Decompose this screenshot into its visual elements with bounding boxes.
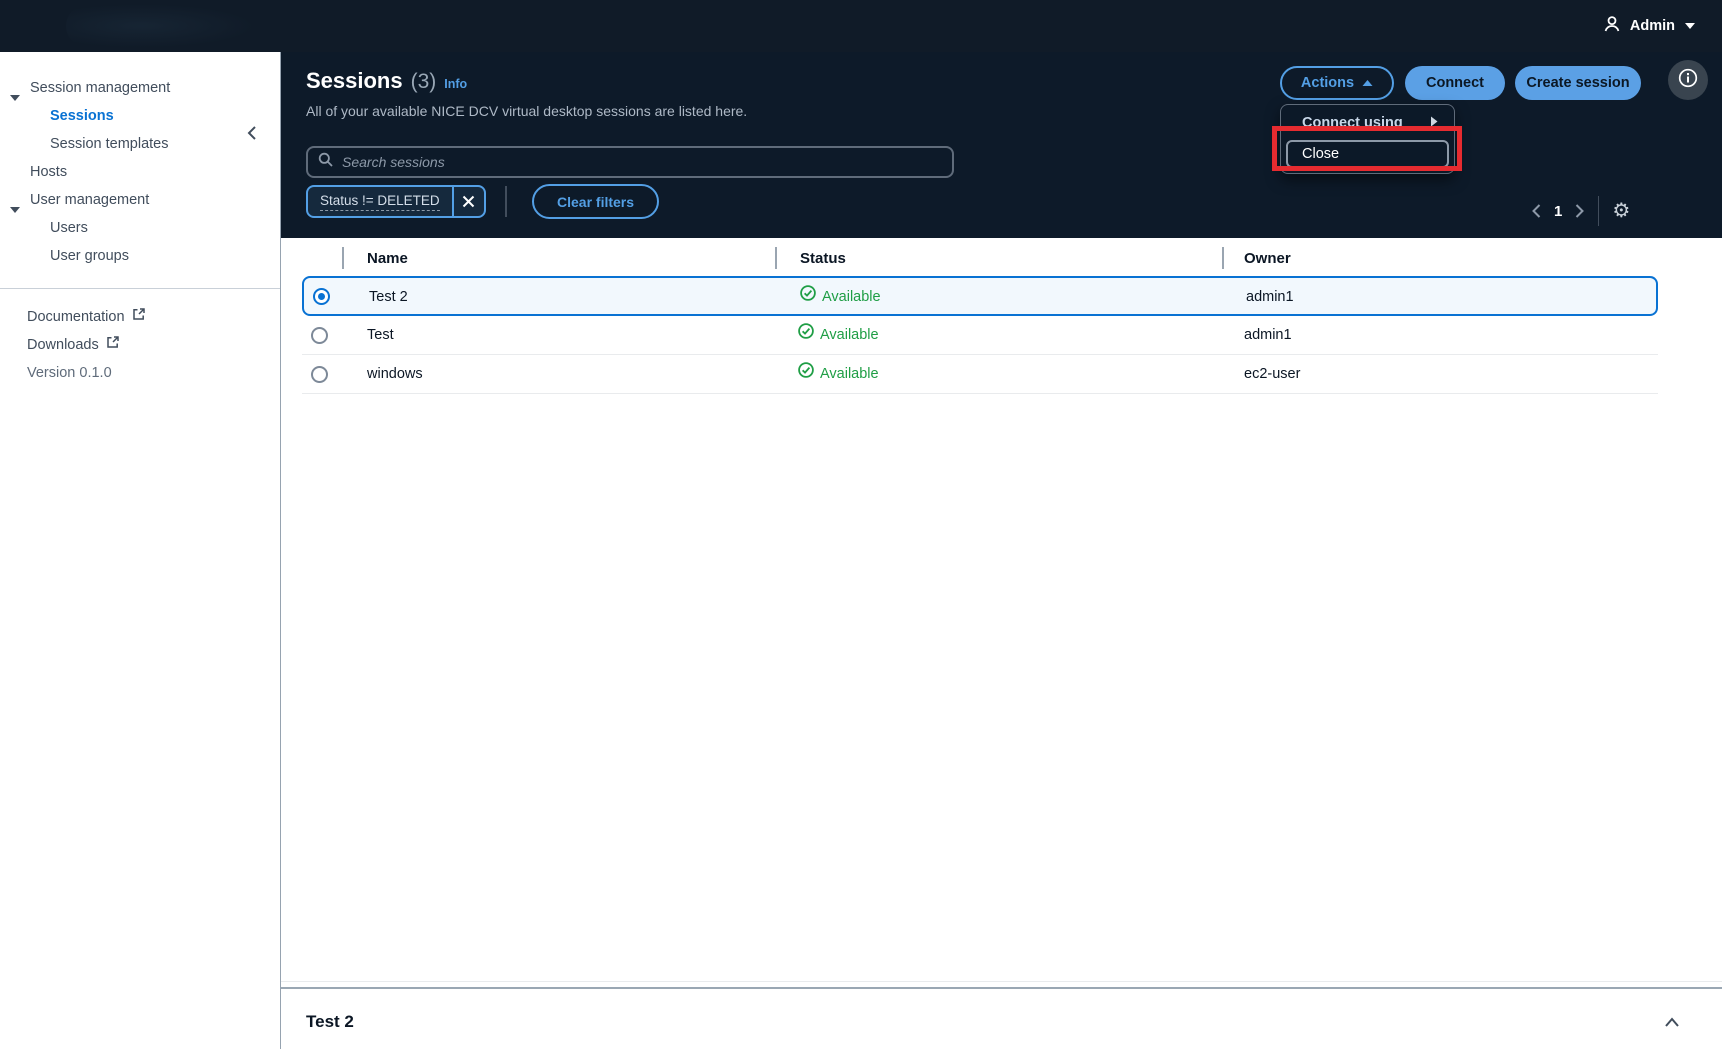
column-separator [775,247,777,269]
downloads-link-label: Downloads [27,337,99,353]
status-available-icon [800,278,816,317]
status-label: Available [822,289,881,305]
chevron-left-icon [246,125,257,145]
info-link[interactable]: Info [444,77,467,91]
status-label: Available [820,366,879,382]
sidebar-item-user-groups[interactable]: User groups [0,242,280,270]
column-header-owner[interactable]: Owner [1244,248,1291,270]
sidebar-item-label: Users [50,220,88,236]
documentation-link[interactable]: Documentation [0,303,280,331]
actions-button-label: Actions [1300,75,1355,91]
row-radio[interactable] [311,327,328,344]
sidebar-item-label: Session management [30,80,171,96]
menu-item-close[interactable]: Close [1286,140,1449,168]
table-bottom-border [281,981,1722,982]
page-title: Sessions [306,68,403,93]
content-header: Sessions (3) Info All of your available … [281,52,1722,238]
user-menu[interactable]: Admin [1603,0,1696,52]
sidebar-item-session-management[interactable]: Session management [0,74,280,102]
column-header-status[interactable]: Status [800,248,846,270]
sidebar-collapse-button[interactable] [238,122,264,148]
table-row[interactable]: windows Available ec2-user [302,355,1658,394]
filter-token-dismiss-button[interactable] [451,187,484,216]
create-session-button[interactable]: Create session [1515,66,1641,100]
cell-owner: admin1 [1246,289,1294,305]
search-placeholder: Search sessions [342,154,445,170]
actions-dropdown-menu: Connect using Close [1280,104,1455,174]
cell-status: Available [798,355,879,394]
filter-separator [505,186,507,217]
page-description: All of your available NICE DCV virtual d… [306,103,748,119]
menu-item-label: Connect using [1302,115,1403,131]
filter-token-label: Status != DELETED [308,187,452,216]
status-available-icon [798,355,814,394]
side-navigation: Session management Sessions Session temp… [0,52,281,1049]
cell-status: Available [800,278,881,317]
search-icon [318,152,334,173]
split-panel-collapse-button[interactable] [1664,1015,1680,1033]
downloads-link[interactable]: Downloads [0,331,280,359]
pagination-separator [1598,196,1600,226]
sidebar-item-user-management[interactable]: User management [0,186,280,214]
sidebar-item-label: User management [30,192,150,208]
status-available-icon [798,316,814,355]
table-row[interactable]: Test 2 Available admin1 [302,276,1658,316]
cell-name: Test 2 [369,289,408,305]
sidebar-item-hosts[interactable]: Hosts [0,158,280,186]
info-circle-icon [1677,67,1699,94]
previous-page-button[interactable] [1531,203,1541,219]
cell-status: Available [798,316,879,355]
cell-name: windows [367,366,423,382]
version-label: Version 0.1.0 [27,365,112,381]
cell-name: Test [367,327,394,343]
external-link-icon [132,303,146,331]
sidebar-item-label: User groups [50,248,129,264]
sidebar-item-label: Session templates [50,136,169,152]
app-logo [66,4,256,48]
current-page[interactable]: 1 [1554,203,1562,220]
clear-filters-button[interactable]: Clear filters [532,184,660,219]
sessions-count: (3) [410,70,437,93]
caret-down-icon [1684,18,1696,34]
submenu-arrow-icon [1430,115,1438,131]
table-row[interactable]: Test Available admin1 [302,316,1658,355]
search-input[interactable]: Search sessions [306,146,954,178]
column-separator [342,247,344,269]
row-radio[interactable] [311,366,328,383]
table-settings-gear-icon[interactable]: ⚙ [1612,201,1630,221]
split-panel-title: Test 2 [306,1012,354,1031]
next-page-button[interactable] [1575,203,1585,219]
column-header-name[interactable]: Name [367,248,408,270]
row-radio-selected[interactable] [313,288,330,305]
cell-owner: ec2-user [1244,366,1301,382]
connect-button[interactable]: Connect [1405,66,1505,100]
split-panel: Test 2 [281,987,1722,1049]
external-link-icon [106,331,120,359]
cell-owner: admin1 [1244,327,1292,343]
sidebar-divider [0,288,280,289]
sidebar-item-label: Sessions [50,108,114,124]
user-label: Admin [1629,18,1675,34]
user-icon [1603,15,1621,37]
sidebar-item-label: Hosts [30,164,68,180]
status-label: Available [820,327,879,343]
filter-token-status[interactable]: Status != DELETED [306,185,486,218]
top-navigation-bar: Admin [0,0,1722,52]
actions-button[interactable]: Actions [1280,66,1394,100]
column-separator [1222,247,1224,269]
documentation-link-label: Documentation [27,309,125,325]
table-pagination: 1 ⚙ [1531,196,1630,226]
menu-item-connect-using[interactable]: Connect using [1281,109,1454,137]
sidebar-item-users[interactable]: Users [0,214,280,242]
triangle-up-icon [1362,75,1373,91]
info-panel-button[interactable] [1668,60,1708,100]
